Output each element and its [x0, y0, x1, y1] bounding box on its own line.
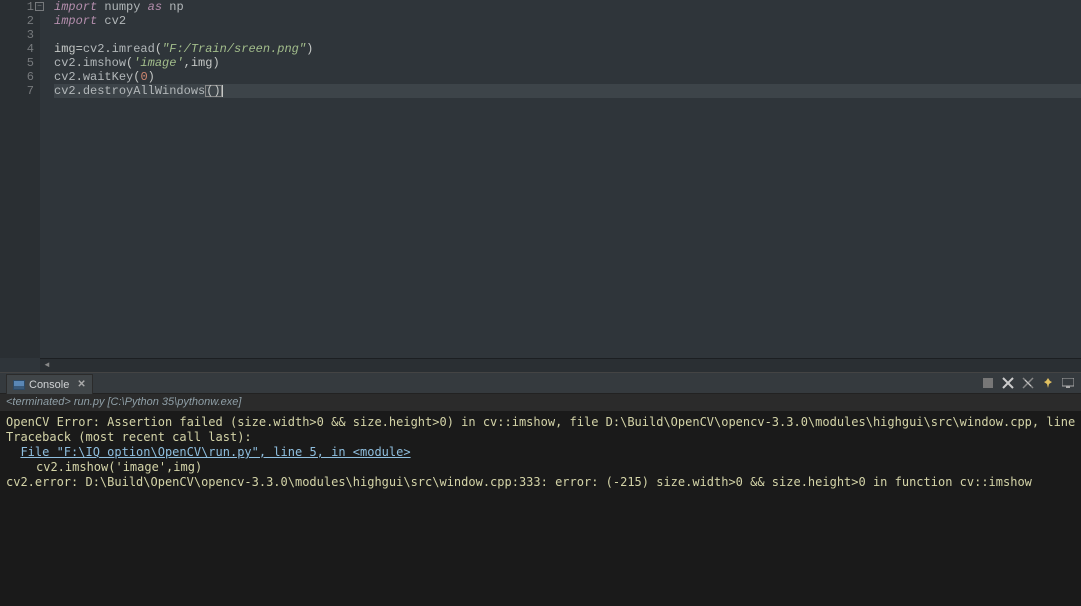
line-number: 5: [0, 56, 34, 70]
terminate-icon[interactable]: [981, 376, 995, 390]
code-area[interactable]: 1−234567 import numpy as npimport cv2 img…: [0, 0, 1081, 358]
code-line[interactable]: [54, 28, 1081, 42]
line-number: 7: [0, 84, 34, 98]
remove-all-icon[interactable]: [1001, 376, 1015, 390]
pin-icon[interactable]: [1041, 376, 1055, 390]
close-icon[interactable]: ✕: [77, 379, 85, 390]
process-status-line: <terminated> run.py [C:\Python 35\python…: [0, 394, 1081, 411]
console-panel-header: Console ✕: [0, 372, 1081, 394]
console-line: OpenCV Error: Assertion failed (size.wid…: [6, 415, 1075, 430]
line-number: 1−: [0, 0, 34, 14]
traceback-link[interactable]: File "F:\IQ option\OpenCV\run.py", line …: [20, 445, 410, 459]
console-line: cv2.error: D:\Build\OpenCV\opencv-3.3.0\…: [6, 475, 1075, 490]
horizontal-scrollbar[interactable]: ◄: [40, 358, 1081, 372]
code-content[interactable]: import numpy as npimport cv2 img=cv2.imre…: [40, 0, 1081, 358]
scroll-left-icon[interactable]: ◄: [40, 360, 54, 372]
line-number-gutter: 1−234567: [0, 0, 40, 358]
text-cursor: [222, 85, 223, 97]
line-number: 4: [0, 42, 34, 56]
remove-launch-icon[interactable]: [1021, 376, 1035, 390]
code-line[interactable]: img=cv2.imread("F:/Train/sreen.png"): [54, 42, 1081, 56]
console-toolbar: [981, 376, 1075, 390]
fold-minus-icon[interactable]: −: [35, 2, 44, 11]
console-line: cv2.imshow('image',img): [6, 460, 1075, 475]
console-output[interactable]: OpenCV Error: Assertion failed (size.wid…: [0, 411, 1081, 606]
bracket-highlight: (): [205, 85, 221, 97]
code-line[interactable]: cv2.imshow('image',img): [54, 56, 1081, 70]
code-line[interactable]: import numpy as np: [54, 0, 1081, 14]
console-line: Traceback (most recent call last):: [6, 430, 1075, 445]
terminated-label: <terminated> run.py [C:\Python 35\python…: [6, 396, 241, 408]
display-icon[interactable]: [1061, 376, 1075, 390]
code-line[interactable]: import cv2: [54, 14, 1081, 28]
code-line[interactable]: cv2.destroyAllWindows(): [54, 84, 1081, 98]
console-tab[interactable]: Console ✕: [6, 374, 93, 394]
console-line: File "F:\IQ option\OpenCV\run.py", line …: [6, 445, 1075, 460]
line-number: 2: [0, 14, 34, 28]
line-number: 6: [0, 70, 34, 84]
line-number: 3: [0, 28, 34, 42]
console-tab-label: Console: [29, 379, 69, 391]
console-icon: [13, 380, 25, 390]
code-editor: 1−234567 import numpy as npimport cv2 img…: [0, 0, 1081, 372]
code-line[interactable]: cv2.waitKey(0): [54, 70, 1081, 84]
